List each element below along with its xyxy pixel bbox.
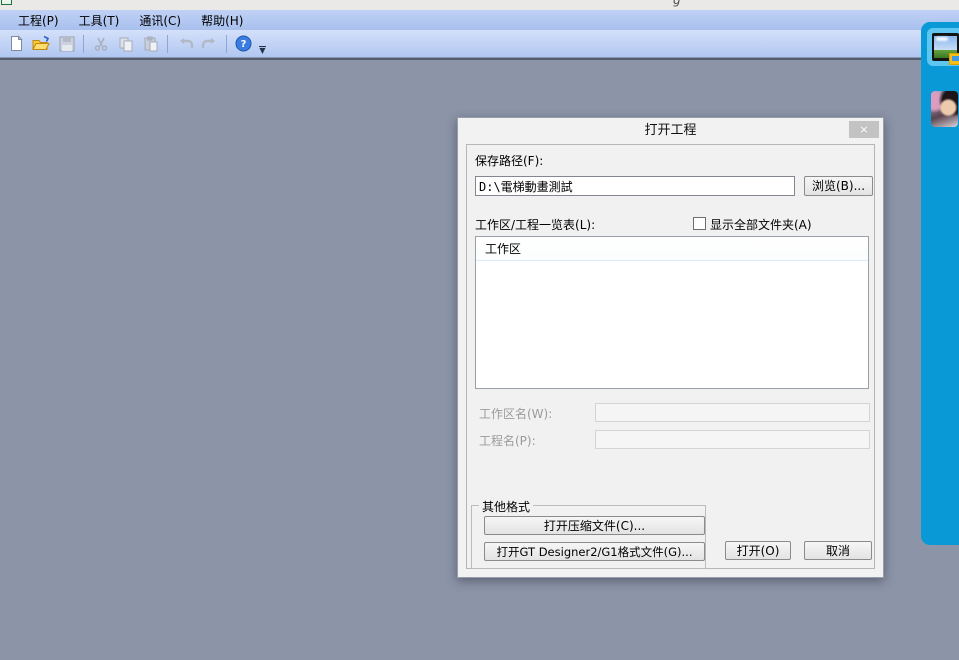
- open-compressed-file-button[interactable]: 打开压缩文件(C)...: [484, 516, 705, 535]
- project-name-label: 工程名(P):: [479, 432, 536, 449]
- copy-button[interactable]: [114, 32, 137, 55]
- application-window: { "window": { "title_fragment": "g", "me…: [0, 0, 959, 660]
- undo-button[interactable]: [173, 32, 196, 55]
- thumbnail-type-badge-inner: [952, 56, 959, 61]
- undo-icon: [176, 37, 194, 51]
- workspace-name-input: [595, 403, 870, 422]
- show-all-folders-checkbox[interactable]: [693, 217, 706, 230]
- copy-icon: [118, 36, 134, 52]
- workspace-name-label: 工作区名(W):: [479, 405, 552, 422]
- toolbar: ? ▼: [0, 30, 959, 58]
- svg-text:?: ?: [241, 39, 247, 50]
- dialog-title: 打开工程: [458, 118, 883, 144]
- other-formats-group: 其他格式 打开压缩文件(C)... 打开GT Designer2/G1格式文件(…: [471, 505, 706, 569]
- open-button[interactable]: 打开(O): [725, 541, 791, 560]
- new-file-button[interactable]: [5, 32, 28, 55]
- open-project-dialog: 打开工程 × 保存路径(F): 浏览(B)... 工作区/工程一览表(L): 显…: [457, 117, 884, 578]
- open-project-button[interactable]: [30, 32, 53, 55]
- save-path-label: 保存路径(F):: [475, 152, 543, 169]
- browse-button[interactable]: 浏览(B)...: [804, 176, 873, 196]
- toolbar-overflow-button[interactable]: ▼: [256, 32, 269, 56]
- project-name-input: [595, 430, 870, 449]
- save-button[interactable]: [55, 32, 78, 55]
- help-button[interactable]: ?: [232, 32, 255, 55]
- workspace-list[interactable]: 工作区: [475, 236, 869, 389]
- dialog-titlebar[interactable]: 打开工程 ×: [458, 118, 883, 144]
- workspace-list-label: 工作区/工程一览表(L):: [475, 216, 595, 233]
- redo-button[interactable]: [198, 32, 221, 55]
- app-icon: [1, 0, 12, 5]
- save-icon: [59, 36, 75, 52]
- thumbnail-side-panel: [921, 22, 959, 545]
- show-all-folders-label[interactable]: 显示全部文件夹(A): [710, 216, 812, 233]
- thumbnail-type-badge: [949, 53, 959, 65]
- chevron-down-icon: ▼: [259, 48, 265, 54]
- dialog-body: 保存路径(F): 浏览(B)... 工作区/工程一览表(L): 显示全部文件夹(…: [466, 144, 875, 569]
- cut-icon: [93, 36, 109, 52]
- menu-tools[interactable]: 工具(T): [69, 10, 130, 31]
- menu-project[interactable]: 工程(P): [8, 10, 69, 31]
- save-path-input[interactable]: [475, 176, 795, 196]
- close-button[interactable]: ×: [849, 121, 879, 138]
- redo-icon: [201, 37, 219, 51]
- menu-help[interactable]: 帮助(H): [191, 10, 253, 31]
- paste-icon: [143, 36, 159, 52]
- window-title-text: g: [673, 0, 681, 7]
- other-formats-group-title: 其他格式: [479, 498, 533, 515]
- landscape-cloud: [936, 37, 948, 41]
- window-title-strip: g: [0, 0, 959, 10]
- help-icon: ?: [235, 35, 252, 52]
- toolbar-separator: [167, 35, 168, 53]
- cut-button[interactable]: [89, 32, 112, 55]
- paste-button[interactable]: [139, 32, 162, 55]
- open-folder-icon: [32, 35, 51, 52]
- new-file-icon: [8, 35, 25, 52]
- toolbar-separator: [83, 35, 84, 53]
- thumbnail-landscape-photo[interactable]: [932, 33, 959, 61]
- thumbnail-portrait-photo[interactable]: [931, 91, 958, 127]
- list-item-workspace[interactable]: 工作区: [476, 237, 868, 261]
- open-gt-designer2-file-button[interactable]: 打开GT Designer2/G1格式文件(G)...: [484, 542, 705, 561]
- menu-communication[interactable]: 通讯(C): [129, 10, 191, 31]
- toolbar-separator: [226, 35, 227, 53]
- cancel-button[interactable]: 取消: [804, 541, 872, 560]
- menu-bar: 工程(P) 工具(T) 通讯(C) 帮助(H): [0, 10, 959, 30]
